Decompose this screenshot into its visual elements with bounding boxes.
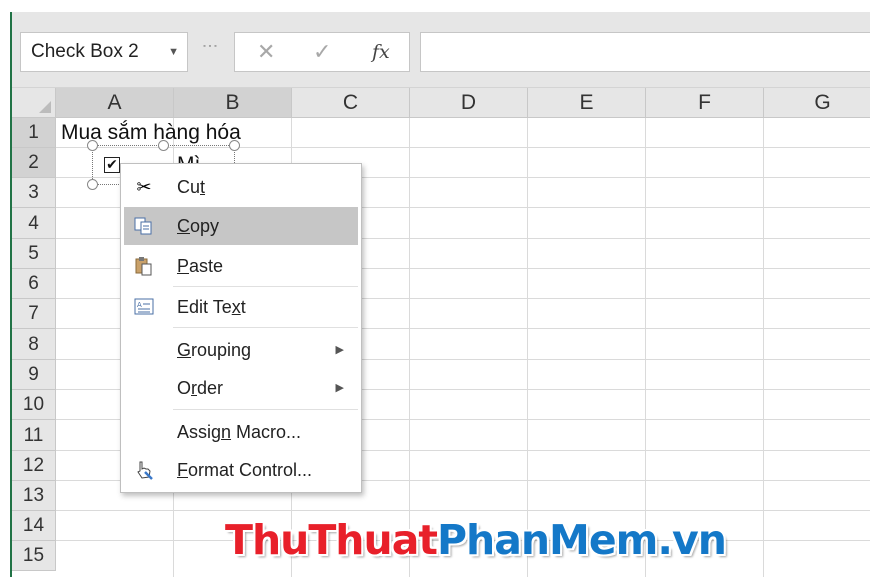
paste-icon <box>134 256 154 276</box>
window-edge <box>0 12 12 577</box>
row-header-14[interactable]: 14 <box>12 511 56 541</box>
row-header-12[interactable]: 12 <box>12 451 56 481</box>
row-header-3[interactable]: 3 <box>12 178 56 208</box>
resize-handle[interactable] <box>87 179 98 190</box>
submenu-arrow-icon: ▶ <box>335 382 344 394</box>
menu-item-cut-label: Cut <box>177 177 206 197</box>
name-box-value: Check Box 2 <box>31 41 139 62</box>
menu-item-paste[interactable]: Paste <box>124 247 358 285</box>
row-header-10[interactable]: 10 <box>12 390 56 420</box>
menu-item-edit-text-label: Edit Text <box>177 297 246 317</box>
cancel-icon[interactable]: ✕ <box>257 33 275 71</box>
gridline <box>527 118 528 577</box>
row-header-9[interactable]: 9 <box>12 360 56 390</box>
menu-separator <box>173 409 358 410</box>
menu-item-copy[interactable]: Copy <box>124 207 358 245</box>
row-header-13[interactable]: 13 <box>12 481 56 511</box>
row-header-8[interactable]: 8 <box>12 329 56 360</box>
gridline <box>763 118 764 577</box>
row-header-7[interactable]: 7 <box>12 299 56 329</box>
row-header-11[interactable]: 11 <box>12 420 56 451</box>
menu-separator <box>173 327 358 328</box>
enter-icon[interactable]: ✓ <box>313 33 331 71</box>
resize-handle[interactable] <box>158 140 169 151</box>
formula-input[interactable] <box>420 32 870 72</box>
column-header-a[interactable]: A <box>56 88 174 118</box>
resize-handle[interactable] <box>229 140 240 151</box>
insert-function-icon[interactable]: fx <box>372 33 390 71</box>
row-header-1[interactable]: 1 <box>12 118 56 148</box>
column-header-f[interactable]: F <box>646 88 764 118</box>
menu-item-grouping-label: Grouping <box>177 340 252 360</box>
row-header-2[interactable]: 2 <box>12 148 56 178</box>
gridline <box>645 118 646 577</box>
watermark-part-1: ThuThuat <box>225 516 438 564</box>
column-header-b[interactable]: B <box>174 88 292 118</box>
drag-handle-icon[interactable]: ⋮ <box>200 38 219 52</box>
edit-text-icon: A <box>134 297 154 317</box>
gridline <box>56 510 870 511</box>
hand-pointer-icon <box>134 460 154 480</box>
menu-item-assign-macro-label: Assign Macro... <box>177 422 302 442</box>
chevron-down-icon[interactable]: ▼ <box>168 33 179 71</box>
menu-item-assign-macro[interactable]: Assign Macro... <box>124 413 358 451</box>
menu-item-order-label: Order <box>177 378 224 398</box>
column-header-d[interactable]: D <box>410 88 528 118</box>
column-header-g[interactable]: G <box>764 88 870 118</box>
menu-item-copy-label: Copy <box>177 216 220 236</box>
name-box[interactable]: Check Box 2 ▼ <box>20 32 188 72</box>
menu-item-edit-text[interactable]: A Edit Text <box>124 288 358 326</box>
row-header-15[interactable]: 15 <box>12 541 56 571</box>
submenu-arrow-icon: ▶ <box>335 344 344 356</box>
menu-item-grouping[interactable]: Grouping ▶ <box>124 331 358 369</box>
scissors-icon: ✂ <box>136 177 152 197</box>
column-header-c[interactable]: C <box>292 88 410 118</box>
menu-item-order[interactable]: Order ▶ <box>124 369 358 407</box>
formula-bar: Check Box 2 ▼ ⋮ ✕ ✓ fx <box>12 12 870 88</box>
select-all-corner[interactable] <box>12 88 56 118</box>
svg-text:A: A <box>137 301 142 309</box>
formula-buttons: ✕ ✓ fx <box>234 32 410 72</box>
watermark-logo: ThuThuatPhanMem.vn <box>225 516 727 564</box>
row-header-5[interactable]: 5 <box>12 239 56 269</box>
menu-separator <box>173 286 358 287</box>
checkbox[interactable]: ✔ <box>104 157 120 173</box>
menu-item-cut[interactable]: ✂ Cut <box>124 168 358 206</box>
context-menu: ✂ Cut Copy Paste A Edit Text Grouping ▶ … <box>120 163 362 493</box>
watermark-part-2: PhanMem.vn <box>436 516 727 564</box>
resize-handle[interactable] <box>87 140 98 151</box>
gridline <box>409 118 410 577</box>
menu-item-format-control[interactable]: Format Control... <box>124 451 358 489</box>
menu-item-paste-label: Paste <box>177 256 224 276</box>
column-header-e[interactable]: E <box>528 88 646 118</box>
copy-icon <box>134 216 154 236</box>
row-header-4[interactable]: 4 <box>12 208 56 239</box>
row-header-6[interactable]: 6 <box>12 269 56 299</box>
menu-item-format-control-label: Format Control... <box>177 460 313 480</box>
